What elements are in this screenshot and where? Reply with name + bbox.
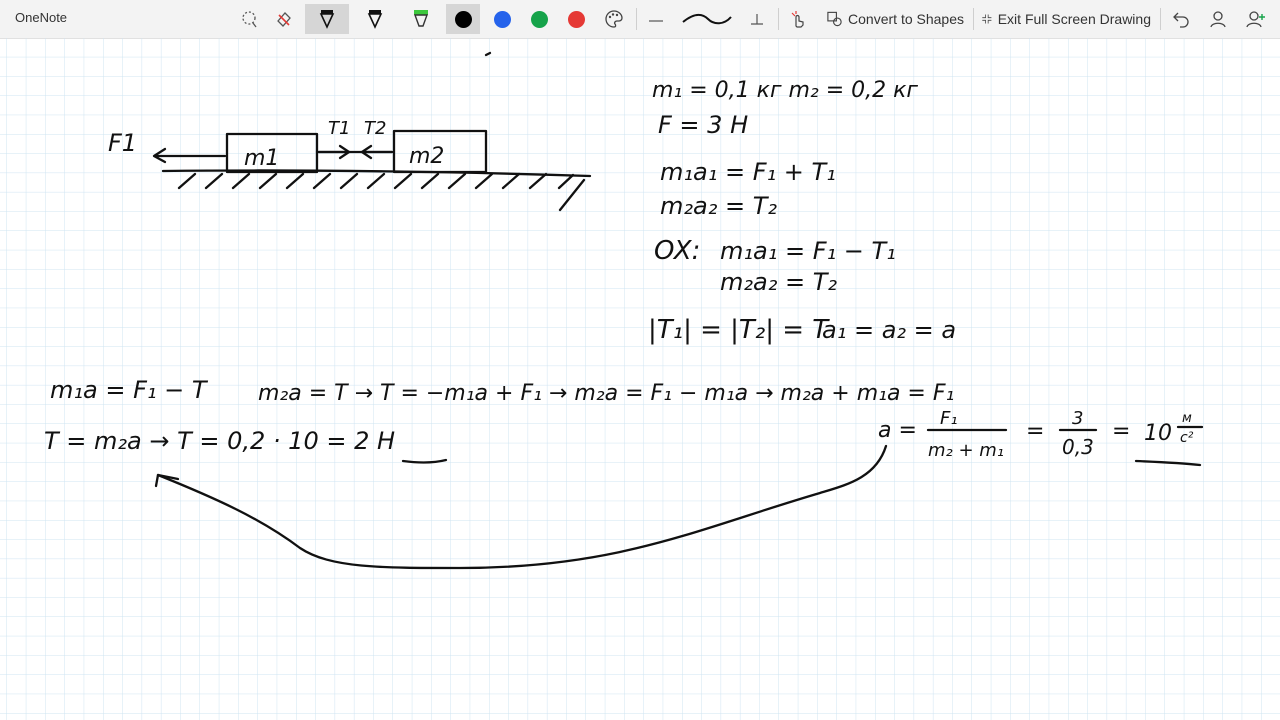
projection-equation-2: m₂a₂ = T₂ xyxy=(720,268,837,296)
equals-1: = xyxy=(1026,419,1044,444)
color-red-button[interactable] xyxy=(564,4,588,34)
given-masses: m₁ = 0,1 кг m₂ = 0,2 кг xyxy=(652,78,918,103)
solution-line-1b: m₂a = T → T = −m₁a + F₁ → m₂a = F₁ − m₁a… xyxy=(258,381,954,406)
vector-equation-1: m₁a₁ = F₁ + T₁ xyxy=(660,158,836,186)
drawing-toolbar: OneNote Convert to Shapes Exit Full Scre… xyxy=(0,0,1280,39)
exit-full-screen-label: Exit Full Screen Drawing xyxy=(997,11,1151,27)
tension-calculation: T = m₂a → T = 0,2 · 10 = xyxy=(44,427,354,455)
touch-draw-icon[interactable] xyxy=(786,4,810,34)
tension-result: 2 H xyxy=(354,427,395,455)
color-green-button[interactable] xyxy=(527,4,551,34)
given-force: F = 3 H xyxy=(658,111,748,139)
lasso-select-icon[interactable] xyxy=(238,4,262,34)
force-label: F1 xyxy=(108,129,137,157)
num-three: 3 xyxy=(1072,408,1083,429)
undo-icon[interactable] xyxy=(1169,4,1193,34)
exit-full-screen-button[interactable]: Exit Full Screen Drawing xyxy=(981,4,1151,34)
vector-equation-2: m₂a₂ = T₂ xyxy=(660,192,777,220)
projection-equation-1: m₁a₁ = F₁ − T₁ xyxy=(720,237,896,265)
equals-2: = xyxy=(1112,419,1130,444)
pen-outline-icon[interactable] xyxy=(362,4,388,34)
solution-line-1a: m₁a = F₁ − T xyxy=(50,376,209,404)
app-title: OneNote xyxy=(15,10,68,25)
ink-layer: F1 m1 m2 T1 T2 m₁ = 0,1 кг m₂ = 0,2 кг F… xyxy=(0,38,1280,720)
tension-equality: |T₁| = |T₂| = T xyxy=(648,315,830,345)
color-black-button[interactable] xyxy=(446,4,480,34)
freehand-stroke-icon[interactable] xyxy=(678,4,736,34)
convert-to-shapes-label: Convert to Shapes xyxy=(848,11,964,27)
tension1-label: T1 xyxy=(328,118,350,139)
line-shape-icon[interactable] xyxy=(644,4,668,34)
highlighter-icon[interactable] xyxy=(408,4,434,34)
exit-full-screen-icon xyxy=(982,14,992,24)
drawing-canvas[interactable]: F1 m1 m2 T1 T2 m₁ = 0,1 кг m₂ = 0,2 кг F… xyxy=(0,38,1280,720)
convert-shapes-icon xyxy=(827,11,842,27)
accel-numerator: F₁ xyxy=(940,408,958,429)
palette-icon[interactable] xyxy=(601,4,627,34)
den-zero-three: 0,3 xyxy=(1062,435,1094,459)
user-icon[interactable] xyxy=(1206,4,1230,34)
eraser-icon[interactable] xyxy=(272,4,296,34)
color-blue-button[interactable] xyxy=(490,4,514,34)
pen-black-icon[interactable] xyxy=(305,4,349,34)
accel-result: 10 xyxy=(1144,421,1172,446)
perpendicular-icon[interactable] xyxy=(745,4,769,34)
accel-denominator: m₂ + m₁ xyxy=(928,440,1004,461)
block1-label: m1 xyxy=(244,146,279,171)
tension2-label: T2 xyxy=(364,118,386,139)
solution-line-2: T = m₂a → T = 0,2 · 10 = 2 H xyxy=(44,427,395,455)
convert-to-shapes-button[interactable]: Convert to Shapes xyxy=(826,4,964,34)
unit-denominator: с² xyxy=(1180,430,1194,446)
acceleration-equality: a₁ = a₂ = a xyxy=(822,316,956,344)
accel-prefix: a = xyxy=(878,418,917,443)
add-user-icon[interactable] xyxy=(1243,4,1269,34)
block2-label: m2 xyxy=(409,144,444,169)
ox-label: OX: xyxy=(654,236,700,266)
unit-numerator: м xyxy=(1182,411,1192,426)
